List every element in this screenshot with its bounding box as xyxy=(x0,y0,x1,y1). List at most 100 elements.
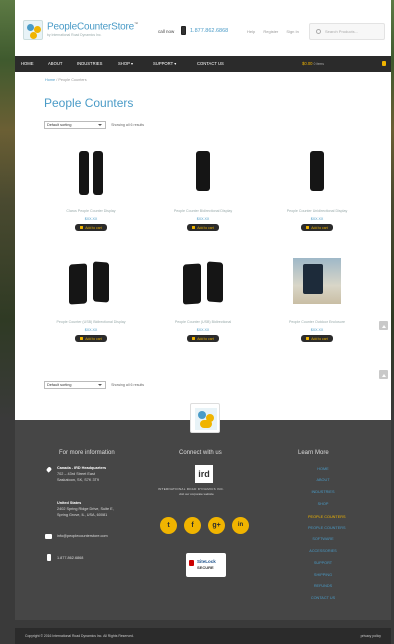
product-name[interactable]: Clarus People Counter Display xyxy=(33,209,149,214)
product-card[interactable]: People Counter Bidirectional Display $XX… xyxy=(145,145,261,231)
footer-link-refunds[interactable]: REFUNDS xyxy=(308,584,338,588)
cart-icon xyxy=(306,225,310,229)
hq-address: Canada - IRD Headquarters 702 – 43rd Stre… xyxy=(57,466,107,482)
help-link[interactable]: Help xyxy=(247,29,255,34)
add-to-cart-button[interactable]: Add to cart xyxy=(187,335,219,342)
product-image[interactable] xyxy=(33,145,149,205)
result-count-bottom: Showing all 6 results xyxy=(111,383,145,387)
footer-email[interactable]: info@peoplecounterstore.com xyxy=(57,533,108,539)
scroll-up-button-2[interactable] xyxy=(379,370,388,379)
cart-icon xyxy=(80,225,84,229)
product-image[interactable] xyxy=(145,256,261,316)
nav-contact[interactable]: CONTACT US xyxy=(197,61,224,66)
sort-select-bottom[interactable]: Default sorting xyxy=(44,381,106,389)
product-price: $XX.XX xyxy=(196,217,210,221)
add-to-cart-button[interactable]: Add to cart xyxy=(301,224,333,231)
product-card[interactable]: People Counter (USB) Bidirectional Displ… xyxy=(33,256,149,342)
bottom-bar: Copyright © 2016 International Road Dyna… xyxy=(15,628,391,644)
footer-link-people-counters[interactable]: PEOPLE COUNTERS xyxy=(308,515,346,519)
site-footer: For more information Canada - IRD Headqu… xyxy=(15,403,391,620)
nav-about[interactable]: ABOUT xyxy=(48,61,62,66)
twitter-icon[interactable]: t xyxy=(160,517,177,534)
mobile-phone-icon xyxy=(47,554,51,561)
facebook-icon[interactable]: f xyxy=(184,517,201,534)
breadcrumb-home[interactable]: Home xyxy=(45,78,55,82)
footer-link-home[interactable]: HOME xyxy=(308,467,338,471)
footer-link-contact[interactable]: CONTACT US xyxy=(308,596,338,600)
product-name[interactable]: People Counter (USB) Bidirectional xyxy=(145,320,261,325)
nav-support[interactable]: SUPPORT ▾ xyxy=(153,61,176,66)
cart-total[interactable]: $0.00 0 items xyxy=(302,61,324,66)
product-card[interactable]: Clarus People Counter Display $XX.XX Add… xyxy=(33,145,149,231)
footer-phone[interactable]: 1.877.862.6868 xyxy=(57,555,83,561)
site-header: PeopleCounterStore™ by International Roa… xyxy=(15,0,391,56)
footer-link-shop[interactable]: SHOP xyxy=(308,502,338,506)
copyright: Copyright © 2016 International Road Dyna… xyxy=(25,634,134,638)
info-heading: For more information xyxy=(59,450,115,456)
location-pin-icon xyxy=(45,466,53,473)
main-nav: HOME ABOUT INDUSTRIES SHOP ▾ SUPPORT ▾ C… xyxy=(15,56,391,72)
result-count: Showing all 6 results xyxy=(111,123,145,127)
footer-link-shipping[interactable]: SHIPPING xyxy=(308,573,338,577)
page-title: People Counters xyxy=(44,96,134,110)
product-image[interactable] xyxy=(259,145,375,205)
add-to-cart-button[interactable]: Add to cart xyxy=(301,335,333,342)
product-card[interactable]: People Counter Outdoor Enclosure $XX.XX … xyxy=(259,256,375,342)
cart-icon xyxy=(306,336,310,340)
sitelock-seal[interactable]: SiteLock SECURE xyxy=(186,553,226,577)
product-card[interactable]: People Counter (USB) Bidirectional $XX.X… xyxy=(145,256,261,342)
nav-home[interactable]: HOME xyxy=(21,61,34,66)
linkedin-icon[interactable]: in xyxy=(232,517,249,534)
cart-icon xyxy=(192,225,196,229)
footer-link-industries[interactable]: INDUSTRIES xyxy=(308,490,338,494)
site-logo[interactable]: PeopleCounterStore™ by International Roa… xyxy=(23,20,153,42)
product-price: $XX.XX xyxy=(84,217,98,221)
product-price: $XX.XX xyxy=(84,328,98,332)
product-card[interactable]: People Counter Unidirectional Display $X… xyxy=(259,145,375,231)
product-name[interactable]: People Counter Outdoor Enclosure xyxy=(259,320,375,325)
scroll-up-button[interactable] xyxy=(379,321,388,330)
footer-link-about[interactable]: ABOUT xyxy=(308,478,338,482)
register-link[interactable]: Register xyxy=(263,29,278,34)
logo-tagline: by International Road Dynamics Inc. xyxy=(47,33,102,37)
add-to-cart-button[interactable]: Add to cart xyxy=(75,335,107,342)
privacy-link[interactable]: privacy policy xyxy=(361,634,381,638)
header-phone[interactable]: 1.877.862.6868 xyxy=(190,28,228,34)
nav-industries[interactable]: INDUSTRIES xyxy=(77,61,102,66)
ird-website[interactable]: visit our corporate website xyxy=(179,491,214,497)
product-name[interactable]: People Counter Bidirectional Display xyxy=(145,209,261,214)
product-name[interactable]: People Counter (USB) Bidirectional Displ… xyxy=(33,320,149,325)
people-logo-icon xyxy=(23,20,43,40)
footer-link-software[interactable]: SOFTWARE xyxy=(308,537,338,541)
product-image[interactable] xyxy=(145,145,261,205)
sign-in-link[interactable]: Sign In xyxy=(286,29,298,34)
google-plus-icon[interactable]: g+ xyxy=(208,517,225,534)
phone-icon xyxy=(181,26,186,35)
cart-icon xyxy=(192,336,196,340)
us-address: United States 2402 Spring Ridge Drive, Su… xyxy=(57,501,114,517)
nav-shop[interactable]: SHOP ▾ xyxy=(118,61,133,66)
learn-heading: Learn More xyxy=(298,450,329,456)
footer-link-people-counters-2[interactable]: PEOPLE COUNTERS xyxy=(308,526,346,530)
connect-heading: Connect with us xyxy=(179,450,222,456)
product-image[interactable] xyxy=(33,256,149,316)
search-icon xyxy=(316,29,321,34)
header-links: Help Register Sign In xyxy=(247,29,306,34)
sort-bar-bottom: Default sorting Showing all 6 results xyxy=(44,381,144,389)
product-name[interactable]: People Counter Unidirectional Display xyxy=(259,209,375,214)
ird-logo[interactable]: ird xyxy=(195,465,213,483)
lock-icon xyxy=(189,560,194,566)
add-to-cart-button[interactable]: Add to cart xyxy=(187,224,219,231)
call-label: call now xyxy=(158,29,175,34)
product-price: $XX.XX xyxy=(196,328,210,332)
sort-select[interactable]: Default sorting xyxy=(44,121,106,129)
footer-link-accessories[interactable]: ACCESSORIES xyxy=(308,549,338,553)
cart-icon[interactable] xyxy=(382,61,386,66)
product-price: $XX.XX xyxy=(310,217,324,221)
product-image[interactable] xyxy=(259,256,375,316)
footer-link-support[interactable]: SUPPORT xyxy=(308,561,338,565)
search-input[interactable]: Search Products... xyxy=(309,23,385,40)
search-placeholder: Search Products... xyxy=(325,29,358,34)
add-to-cart-button[interactable]: Add to cart xyxy=(75,224,107,231)
email-icon xyxy=(45,534,52,539)
